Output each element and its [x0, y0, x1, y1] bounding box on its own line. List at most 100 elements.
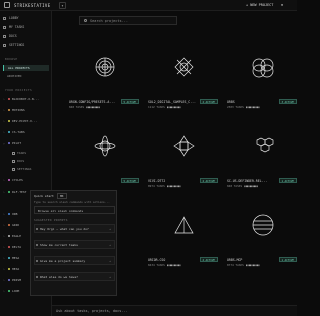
task-count: 8774 TASKS [227, 263, 244, 267]
chevron-right-icon: › [3, 223, 5, 227]
status-badge: 1 ACTIVE [278, 257, 297, 262]
suggested-prompts-label: SUGGESTED PROMPTS [34, 218, 68, 222]
workspace-name[interactable]: STRIKESTATIVE [14, 3, 51, 8]
chevron-right-icon: › [3, 256, 5, 260]
project-label: CS-TABS [12, 130, 25, 134]
project-card[interactable]: ORBS-MCP 1 ACTIVE 8774 TASKS ▮▮▮▮▮▮▮▮▮▮ [226, 195, 301, 269]
project-color-dot [8, 131, 10, 133]
ask-placeholder: Ask about tasks, projects, docs... [56, 309, 128, 313]
project-card[interactable]: ORIOR-CSO 2 ACTIVE 8434 TASKS ▮▮▮▮▮▮▮▮▮▮ [147, 195, 222, 269]
palette-header: Quick start ⌘K [34, 193, 67, 199]
bullet-icon [36, 260, 38, 262]
project-label: MOTIONS [12, 108, 25, 112]
gear-icon [3, 43, 6, 47]
project-meta: 848 TASKS ▮▮▮▮▮▮▮▮▮▮ [227, 184, 258, 188]
activity-bars: ▮▮▮▮▮▮▮▮▮▮ [166, 105, 181, 109]
project-name: VIVI-DT72 [148, 179, 166, 183]
project-label: DELTA [12, 245, 22, 249]
project-meta: 8434 TASKS ▮▮▮▮▮▮▮▮▮▮ [148, 263, 181, 267]
arrow-right-icon: → [109, 275, 111, 279]
prompt-item[interactable]: What else do we have? → [34, 272, 115, 281]
project-artwork [147, 116, 222, 178]
sidebar-project[interactable]: › CS-TABS [3, 129, 50, 135]
sidebar-item-my-tasks[interactable]: MY TASKS [3, 24, 49, 30]
project-color-dot [8, 120, 10, 122]
project-color-dot [8, 257, 10, 259]
ask-input[interactable]: Ask about tasks, projects, docs... [52, 305, 297, 316]
menu-icon[interactable]: ≡ [281, 2, 293, 9]
project-artwork [226, 116, 301, 178]
sidebar-project[interactable]: ⌄ PILOT [3, 140, 50, 146]
project-label: ORB [12, 212, 18, 216]
status-badge: 5 ACTIVE [120, 178, 139, 183]
sidebar-project[interactable]: › MOTIONS [3, 107, 50, 113]
project-label: PILOT [12, 141, 22, 145]
home-icon [3, 16, 6, 20]
activity-bars: ▮▮▮▮▮▮▮▮▮▮ [86, 105, 100, 109]
activity-bars: ▮▮▮▮▮▮▮▮▮▮ [245, 263, 260, 267]
project-artwork [147, 37, 222, 99]
chevron-right-icon: › [3, 97, 5, 101]
sidebar-subitem-docs[interactable]: DOCS [12, 158, 50, 164]
task-count: 1112 TASKS [148, 105, 165, 109]
palette-trigger[interactable]: Quick start [34, 194, 54, 198]
chevron-down-icon[interactable]: ▾ [59, 2, 66, 9]
prompt-label: Show me current tasks [40, 243, 78, 247]
project-color-dot [8, 224, 10, 226]
project-label: BLOCKBOT-X-N... [12, 97, 40, 101]
project-color-dot [8, 109, 10, 111]
sidebar-item-all-projects[interactable]: ALL PROJECTS [3, 65, 49, 71]
sidebar-project[interactable]: › DEV-PIVOT-X... [3, 118, 50, 124]
project-artwork [68, 37, 143, 99]
sidebar-item-lobby[interactable]: LOBBY [3, 15, 49, 21]
project-card[interactable]: 5 ACTIVE [68, 116, 143, 190]
project-color-dot [8, 142, 10, 144]
arrow-right-icon: → [109, 259, 111, 263]
task-count: 2303 TASKS [227, 105, 244, 109]
project-color-dot [8, 290, 10, 292]
project-card[interactable]: ORBS 3 ACTIVE 2303 TASKS ▮▮▮▮▮▮▮▮▮▮ [226, 37, 301, 111]
sidebar-subitem-tasks[interactable]: TASKS [12, 150, 50, 156]
prompt-label: What else do we have? [40, 275, 78, 279]
subitem-label: SETTINGS [17, 167, 32, 171]
palette-input[interactable]: Browse all slash commands [34, 206, 115, 214]
prompt-label: Give me a project summary [40, 259, 86, 263]
prompt-label: Hey Orgi — what can you do? [40, 227, 89, 231]
prompt-item[interactable]: Give me a project summary → [34, 256, 115, 265]
chevron-right-icon: › [3, 190, 5, 194]
prompt-item[interactable]: Hey Orgi — what can you do? → [34, 224, 115, 233]
project-artwork [68, 116, 143, 178]
project-meta: 1112 TASKS ▮▮▮▮▮▮▮▮▮▮ [148, 105, 181, 109]
projects-section-label: YOUR PROJECTS [5, 88, 33, 92]
workspace-logo-icon[interactable] [4, 2, 10, 8]
sidebar-item-settings[interactable]: SETTINGS [3, 42, 49, 48]
status-badge: 5 ACTIVE [120, 99, 139, 104]
task-count: 8974 TASKS [148, 184, 165, 188]
project-artwork [226, 195, 301, 257]
project-color-dot [8, 179, 10, 181]
search-input[interactable]: Search projects... [79, 16, 177, 25]
prompt-item[interactable]: Show me current tasks → [34, 240, 115, 249]
bullet-icon [36, 244, 38, 246]
project-artwork [147, 195, 222, 257]
chevron-right-icon: › [3, 289, 5, 293]
project-meta: 8974 TASKS ▮▮▮▮▮▮▮▮▮▮ [148, 184, 181, 188]
sidebar-subitem-settings[interactable]: SETTINGS [12, 166, 50, 172]
bullet-icon [36, 276, 38, 278]
sidebar-project[interactable]: › BLOCKBOT-X-N... [3, 96, 50, 102]
project-card[interactable]: ORGN-CONFIG/PRESETS-A... 5 ACTIVE 848 TA… [68, 37, 143, 111]
project-card[interactable]: SOL2_DIGITAL_SAMPLES_C... 2 ACTIVE 1112 … [147, 37, 222, 111]
project-card[interactable]: SC-US-DEFINDER-REL... 1 ACTIVE 848 TASKS… [226, 116, 301, 190]
project-name: ORBS-MCP [227, 258, 243, 262]
sidebar-item-archived[interactable]: ARCHIVED [3, 73, 49, 79]
new-project-button[interactable]: + NEW PROJECT [246, 2, 278, 9]
project-meta: 848 TASKS ▮▮▮▮▮▮▮▮▮▮ [69, 105, 100, 109]
sidebar-item-docs[interactable]: DOCS [3, 33, 49, 39]
project-card[interactable]: VIVI-DT72 2 ACTIVE 8974 TASKS ▮▮▮▮▮▮▮▮▮▮ [147, 116, 222, 190]
chevron-right-icon: › [3, 130, 5, 134]
sidebar-project[interactable]: › CYCLES [3, 177, 50, 183]
status-badge: 2 ACTIVE [199, 178, 218, 183]
chevron-right-icon: › [3, 234, 5, 238]
activity-bars: ▮▮▮▮▮▮▮▮▮▮ [166, 184, 181, 188]
sidebar-item-label: DOCS [9, 34, 17, 38]
